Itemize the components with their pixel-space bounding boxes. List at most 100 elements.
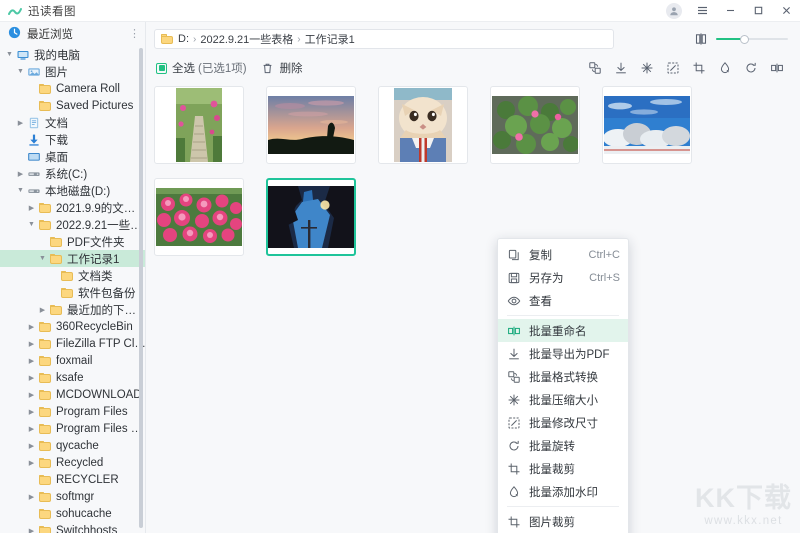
breadcrumb-segment-0[interactable]: D:: [178, 33, 189, 45]
chevron-right-icon[interactable]: [15, 114, 26, 131]
sidebar-item-21[interactable]: Program Files: [0, 403, 146, 420]
sidebar-item-19[interactable]: ksafe: [0, 369, 146, 386]
thumbnail-cat[interactable]: [378, 86, 468, 164]
sidebar-item-27[interactable]: sohucache: [0, 505, 146, 522]
account-avatar-icon[interactable]: [660, 0, 688, 22]
thumbnail-lotus[interactable]: [490, 86, 580, 164]
sidebar-item-8[interactable]: 本地磁盘(D:): [0, 182, 146, 199]
batch-rename-icon[interactable]: [769, 61, 784, 76]
sidebar-item-28[interactable]: Switchhosts: [0, 522, 146, 533]
sidebar-scrollbar[interactable]: [139, 48, 143, 528]
batch-rotate-icon[interactable]: [743, 61, 758, 76]
sidebar-item-24[interactable]: Recycled: [0, 454, 146, 471]
menu-item-eye-view[interactable]: 查看: [498, 289, 628, 312]
sidebar-item-label: 图片: [45, 64, 68, 80]
twisty-placeholder: [26, 97, 37, 114]
chevron-right-icon[interactable]: [26, 454, 37, 471]
watermark: KK下载 www.kkx.net: [695, 485, 792, 527]
window-controls: [660, 0, 800, 22]
menu-item-batch-format-convert[interactable]: 批量格式转换: [498, 365, 628, 388]
chevron-right-icon[interactable]: [15, 165, 26, 182]
maximize-icon[interactable]: [744, 0, 772, 22]
chevron-right-icon[interactable]: [26, 437, 37, 454]
sidebar-item-label: Camera Roll: [56, 83, 120, 95]
sidebar-item-3[interactable]: Saved Pictures: [0, 97, 146, 114]
menu-item-shortcut: Ctrl+C: [589, 249, 620, 261]
batch-export-pdf-icon[interactable]: [613, 61, 628, 76]
sidebar-item-2[interactable]: Camera Roll: [0, 80, 146, 97]
sidebar-item-16[interactable]: 360RecycleBin: [0, 318, 146, 335]
chevron-down-icon[interactable]: [15, 63, 26, 80]
sidebar-item-7[interactable]: 系统(C:): [0, 165, 146, 182]
batch-resize-icon: [507, 416, 521, 430]
chevron-right-icon[interactable]: [26, 199, 37, 216]
sidebar-item-12[interactable]: 工作记录1: [0, 250, 146, 267]
menu-item-batch-crop[interactable]: 批量裁剪: [498, 457, 628, 480]
thumbnail-garden-path[interactable]: [154, 86, 244, 164]
sidebar-item-0[interactable]: 我的电脑: [0, 46, 146, 63]
sidebar-item-25[interactable]: RECYCLER: [0, 471, 146, 488]
sidebar-item-18[interactable]: foxmail: [0, 352, 146, 369]
hamburger-menu-icon[interactable]: [688, 0, 716, 22]
delete-button[interactable]: 删除: [261, 60, 303, 76]
thumbnail-night-sky[interactable]: [266, 178, 356, 256]
batch-crop-icon[interactable]: [691, 61, 706, 76]
minimize-icon[interactable]: [716, 0, 744, 22]
batch-format-convert-icon[interactable]: [587, 61, 602, 76]
chevron-down-icon[interactable]: [37, 250, 48, 267]
chevron-right-icon[interactable]: [26, 335, 37, 352]
sidebar-item-15[interactable]: 最近加的下载器的...: [0, 301, 146, 318]
sidebar-item-9[interactable]: 2021.9.9的文件夹: [0, 199, 146, 216]
sidebar-item-10[interactable]: 2022.9.21一些表格: [0, 216, 146, 233]
sidebar-item-26[interactable]: softmgr: [0, 488, 146, 505]
chevron-down-icon[interactable]: [15, 182, 26, 199]
menu-item-batch-rotate[interactable]: 批量旋转: [498, 434, 628, 457]
select-all-button[interactable]: 全选 (已选1项): [156, 60, 247, 76]
batch-resize-icon[interactable]: [665, 61, 680, 76]
sidebar-item-11[interactable]: PDF文件夹: [0, 233, 146, 250]
sidebar-item-recent[interactable]: 最近浏览 ⋮: [0, 22, 146, 46]
chevron-right-icon[interactable]: [26, 522, 37, 533]
breadcrumb-segment-2[interactable]: 工作记录1: [305, 31, 355, 47]
sidebar-item-13[interactable]: 文档类: [0, 267, 146, 284]
chevron-right-icon[interactable]: [26, 352, 37, 369]
sidebar-item-4[interactable]: 文档: [0, 114, 146, 131]
thumbnail-clouds[interactable]: [602, 86, 692, 164]
sidebar-item-17[interactable]: FileZilla FTP Client: [0, 335, 146, 352]
sidebar-item-14[interactable]: 软件包备份: [0, 284, 146, 301]
chevron-right-icon[interactable]: [26, 488, 37, 505]
menu-item-batch-resize[interactable]: 批量修改尺寸: [498, 411, 628, 434]
chevron-right-icon[interactable]: [26, 386, 37, 403]
thumbnail-roses[interactable]: [154, 178, 244, 256]
chevron-down-icon[interactable]: [26, 216, 37, 233]
chevron-right-icon[interactable]: [26, 420, 37, 437]
menu-item-batch-export-pdf[interactable]: 批量导出为PDF: [498, 342, 628, 365]
slider-knob[interactable]: [740, 35, 749, 44]
more-options-icon[interactable]: ⋮: [129, 30, 140, 39]
breadcrumb-segment-1[interactable]: 2022.9.21一些表格: [200, 31, 293, 47]
menu-item-batch-compress[interactable]: 批量压缩大小: [498, 388, 628, 411]
close-icon[interactable]: [772, 0, 800, 22]
batch-compress-icon[interactable]: [639, 61, 654, 76]
sidebar-item-22[interactable]: Program Files (x86): [0, 420, 146, 437]
chevron-right-icon[interactable]: [26, 369, 37, 386]
sidebar-item-1[interactable]: 图片: [0, 63, 146, 80]
menu-item-batch-watermark[interactable]: 批量添加水印: [498, 480, 628, 503]
sidebar-item-6[interactable]: 桌面: [0, 148, 146, 165]
chevron-right-icon[interactable]: [37, 301, 48, 318]
chevron-right-icon[interactable]: [26, 403, 37, 420]
menu-item-save-as[interactable]: 另存为Ctrl+S: [498, 266, 628, 289]
app-title: 迅读看图: [28, 3, 76, 19]
thumbnail-sunset-sky[interactable]: [266, 86, 356, 164]
zoom-slider[interactable]: [716, 33, 788, 45]
menu-item-copy[interactable]: 复制Ctrl+C: [498, 243, 628, 266]
sidebar-item-23[interactable]: qycache: [0, 437, 146, 454]
batch-watermark-icon[interactable]: [717, 61, 732, 76]
chevron-right-icon[interactable]: [26, 318, 37, 335]
menu-item-crop[interactable]: 图片裁剪: [498, 510, 628, 533]
chevron-down-icon[interactable]: [4, 46, 15, 63]
menu-item-batch-rename[interactable]: 批量重命名: [498, 319, 628, 342]
sidebar-item-20[interactable]: MCDOWNLOAD: [0, 386, 146, 403]
breadcrumb[interactable]: D:›2022.9.21一些表格›工作记录1: [154, 29, 614, 49]
sidebar-item-5[interactable]: 下载: [0, 131, 146, 148]
